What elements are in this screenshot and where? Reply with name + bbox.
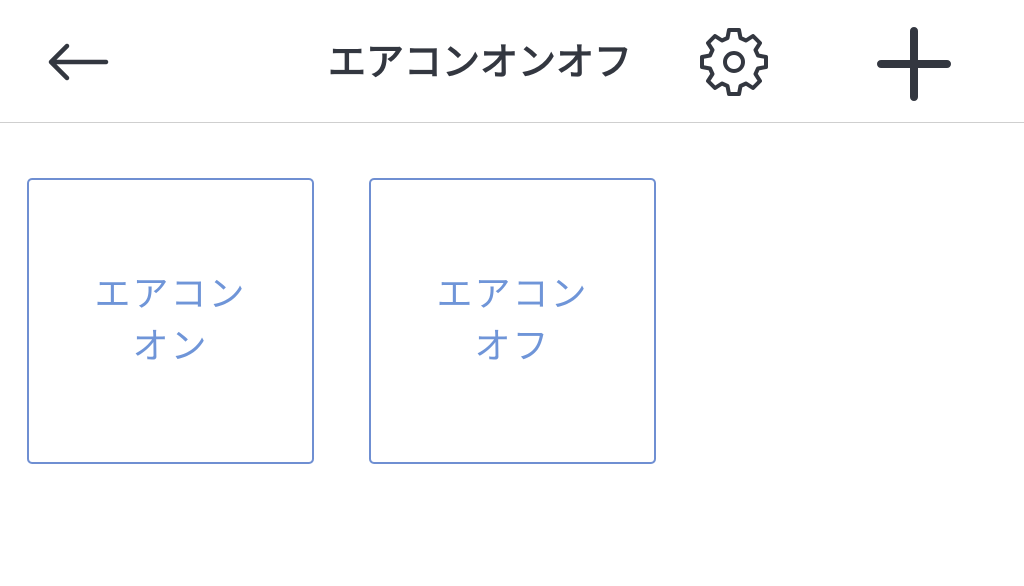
add-button[interactable] [872,24,956,104]
aircon-on-button[interactable]: エアコン オン [27,178,314,464]
header-bar: エアコンオンオフ [0,0,1024,123]
settings-button[interactable] [694,26,774,98]
gear-icon [700,28,768,96]
arrow-left-icon [48,43,109,81]
tile-label: エアコン オフ [436,274,589,367]
back-button[interactable] [36,32,116,92]
app-screen: エアコンオンオフ エアコン オン エアコン オフ [0,0,1024,586]
plus-icon [877,27,951,101]
aircon-off-button[interactable]: エアコン オフ [369,178,656,464]
page-title: エアコンオンオフ [327,40,632,84]
tile-label: エアコン オン [94,274,247,367]
